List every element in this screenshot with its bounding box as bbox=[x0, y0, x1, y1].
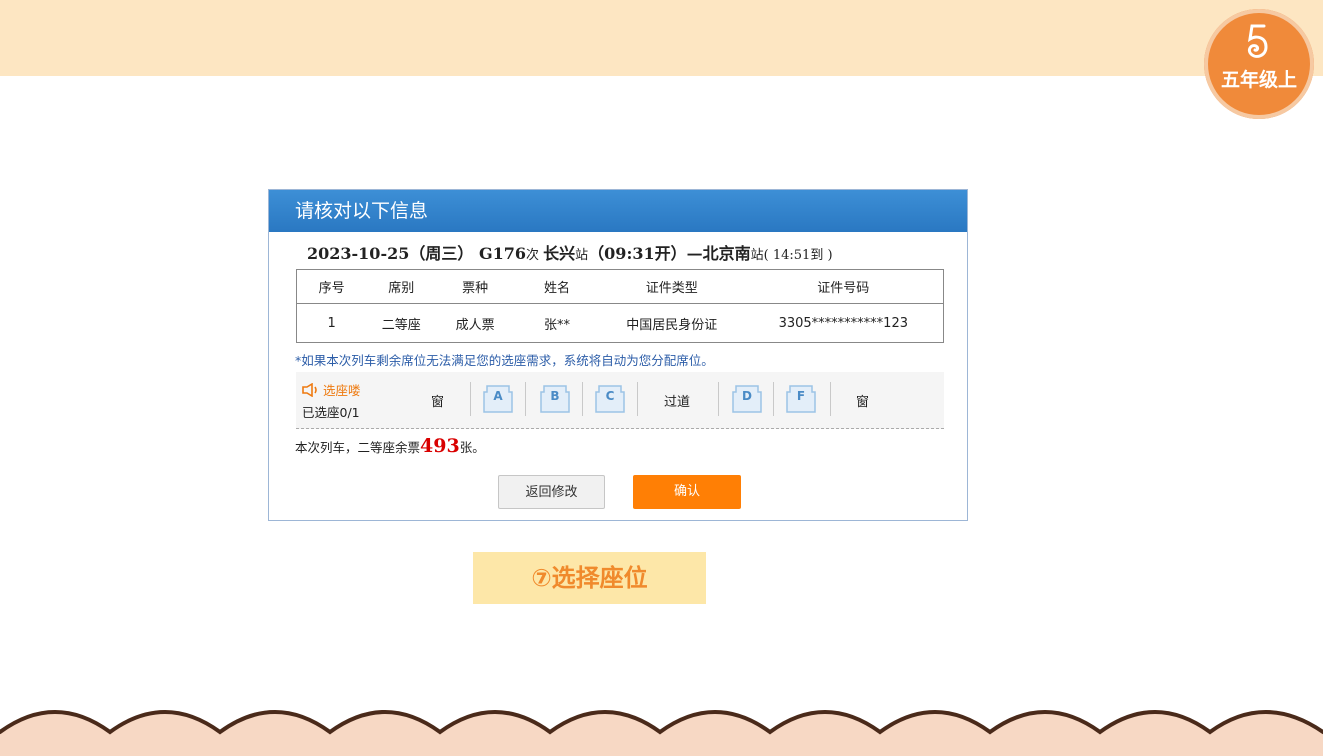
step-caption: ⑦选择座位 bbox=[473, 552, 706, 604]
seat-divider bbox=[637, 382, 638, 416]
remaining-tickets: 本次列车，二等座余票493张。 bbox=[295, 435, 485, 457]
table-header-row: 序号 席别 票种 姓名 证件类型 证件号码 bbox=[296, 269, 944, 304]
top-band bbox=[0, 0, 1323, 76]
seat-divider bbox=[718, 382, 719, 416]
remaining-count: 493 bbox=[420, 435, 460, 457]
remaining-suffix: 张。 bbox=[459, 440, 485, 455]
seat-letter: A bbox=[493, 389, 503, 403]
cell-index: 1 bbox=[296, 303, 367, 343]
seat-selector: 选座喽 已选座0/1 窗 A B C 过道 D F 窗 bbox=[296, 372, 944, 429]
confirm-order-dialog: 请核对以下信息 2023-10-25（周三） G176次 长兴站（09:31开）… bbox=[268, 189, 968, 521]
depart-time: （09:31开）— bbox=[588, 244, 703, 263]
seat-divider bbox=[773, 382, 774, 416]
grade-label: 五年级上 bbox=[1220, 69, 1297, 91]
col-header: 序号 bbox=[296, 269, 367, 304]
seat-divider bbox=[830, 382, 831, 416]
seat-divider bbox=[525, 382, 526, 416]
col-header: 票种 bbox=[436, 269, 515, 304]
number-five-swirl-icon bbox=[1247, 24, 1268, 58]
seat-letter: C bbox=[605, 389, 615, 403]
cell-seat-class: 二等座 bbox=[366, 303, 437, 343]
grade-badge: 五年级上 bbox=[1204, 9, 1314, 119]
from-station-suffix: 站 bbox=[575, 248, 589, 263]
to-station-suffix: 站 bbox=[750, 248, 764, 263]
window-label-left: 窗 bbox=[431, 395, 445, 410]
seat-allocation-note: *如果本次列车剩余席位无法满足您的选座需求，系统将自动为您分配席位。 bbox=[295, 353, 714, 368]
seat-c[interactable]: C bbox=[593, 384, 627, 414]
remaining-prefix: 本次列车，二等座余票 bbox=[295, 440, 421, 455]
seat-f[interactable]: F bbox=[784, 384, 818, 414]
dialog-title: 请核对以下信息 bbox=[269, 190, 967, 232]
train-suffix: 次 bbox=[526, 248, 544, 263]
col-header: 席别 bbox=[366, 269, 437, 304]
seat-letter: F bbox=[796, 389, 806, 403]
table-row: 1 二等座 成人票 张** 中国居民身份证 3305***********123 bbox=[296, 303, 944, 343]
dialog-body: 2023-10-25（周三） G176次 长兴站（09:31开）—北京南站( 1… bbox=[269, 232, 967, 520]
seat-d[interactable]: D bbox=[730, 384, 764, 414]
passenger-table: 序号 席别 票种 姓名 证件类型 证件号码 1 二等座 成人票 张** 中国居民… bbox=[296, 269, 944, 343]
seat-a[interactable]: A bbox=[481, 384, 515, 414]
trip-info: 2023-10-25（周三） G176次 长兴站（09:31开）—北京南站( 1… bbox=[307, 240, 833, 264]
cell-id-type: 中国居民身份证 bbox=[599, 303, 744, 343]
aisle-label: 过道 bbox=[664, 395, 691, 410]
cell-ticket-type: 成人票 bbox=[436, 303, 515, 343]
decorative-wave-border bbox=[0, 710, 1323, 756]
col-header: 姓名 bbox=[514, 269, 600, 304]
window-label-right: 窗 bbox=[856, 395, 870, 410]
col-header: 证件号码 bbox=[743, 269, 944, 304]
col-header: 证件类型 bbox=[599, 269, 744, 304]
seat-hint-text: 选座喽 bbox=[323, 383, 361, 398]
from-station: 长兴 bbox=[543, 244, 576, 263]
seat-letter: D bbox=[742, 389, 752, 403]
cell-name: 张** bbox=[514, 303, 600, 343]
trip-date: 2023-10-25（周三） bbox=[307, 244, 474, 263]
selected-count: 已选座0/1 bbox=[302, 405, 360, 420]
seat-divider bbox=[582, 382, 583, 416]
to-station: 北京南 bbox=[702, 244, 751, 263]
seat-b[interactable]: B bbox=[538, 384, 572, 414]
cell-id-number: 3305***********123 bbox=[743, 303, 944, 343]
arrive-time: ( 14:51到 ) bbox=[763, 248, 833, 263]
seat-hint: 选座喽 bbox=[302, 380, 361, 399]
seat-divider bbox=[470, 382, 471, 416]
train-number: G176 bbox=[478, 244, 526, 263]
back-modify-button[interactable]: 返回修改 bbox=[498, 475, 605, 509]
confirm-button[interactable]: 确认 bbox=[633, 475, 741, 509]
speaker-icon bbox=[302, 382, 317, 398]
seat-letter: B bbox=[550, 389, 560, 403]
